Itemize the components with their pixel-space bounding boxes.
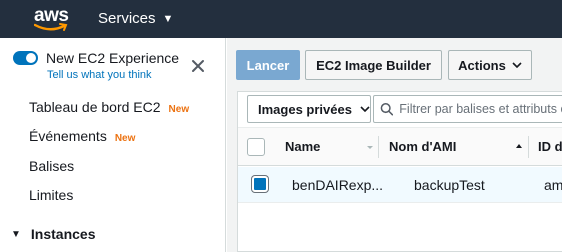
sidebar-item-label: Balises xyxy=(29,158,75,174)
launch-button[interactable]: Lancer xyxy=(236,50,300,80)
column-header-name[interactable]: Name xyxy=(285,139,320,154)
table-header: Name Nom d'AMI ID d xyxy=(238,128,562,166)
search-placeholder: Filtrer par balises et attributs ou r xyxy=(399,102,562,116)
chevron-down-icon xyxy=(360,106,370,112)
sort-icon[interactable] xyxy=(366,145,374,150)
cell-name: benDAIRexp... xyxy=(292,177,384,193)
sort-ascending-icon[interactable] xyxy=(515,143,523,149)
actions-label: Actions xyxy=(458,57,506,73)
sidebar-item-tags[interactable]: Balises xyxy=(29,158,74,174)
sidebar-item-dashboard[interactable]: Tableau de bord EC2 New xyxy=(29,99,189,115)
column-divider xyxy=(528,136,529,158)
actions-button[interactable]: Actions xyxy=(448,50,532,80)
new-badge: New xyxy=(168,104,190,115)
column-divider xyxy=(378,136,379,158)
new-badge: New xyxy=(114,133,136,144)
sidebar-item-events[interactable]: Événements New xyxy=(29,128,135,144)
column-header-id[interactable]: ID d xyxy=(538,139,562,154)
sidebar-item-label: Tableau de bord EC2 xyxy=(29,99,161,115)
chevron-down-icon xyxy=(512,62,522,68)
triangle-down-icon: ▼ xyxy=(11,228,21,240)
new-experience-label: New EC2 Experience xyxy=(46,50,180,66)
select-all-checkbox[interactable] xyxy=(247,138,265,156)
close-icon[interactable] xyxy=(189,57,207,75)
search-icon xyxy=(380,103,394,116)
column-header-ami-name[interactable]: Nom d'AMI xyxy=(389,139,456,154)
sidebar-item-limits[interactable]: Limites xyxy=(29,187,73,203)
services-label: Services xyxy=(98,10,156,27)
sidebar-item-label: Limites xyxy=(29,187,74,203)
row-checkbox[interactable] xyxy=(252,176,268,192)
image-scope-select[interactable]: Images privées xyxy=(247,95,371,123)
services-menu[interactable]: Services ▼ xyxy=(98,10,173,27)
feedback-link[interactable]: Tell us what you think xyxy=(47,69,152,81)
section-label: Instances xyxy=(30,226,96,242)
filter-row: Images privées Filtrer par balises et at… xyxy=(238,92,562,128)
top-navigation-bar: aws Services ▼ xyxy=(0,0,562,38)
ami-table-panel: Images privées Filtrer par balises et at… xyxy=(237,91,562,252)
table-row[interactable]: benDAIRexp... backupTest am xyxy=(238,167,562,203)
scope-label: Images privées xyxy=(258,101,352,117)
sidebar-item-label: Événements xyxy=(29,128,107,144)
main-content: Lancer EC2 Image Builder Actions Images … xyxy=(227,38,562,252)
new-experience-toggle[interactable] xyxy=(13,51,38,65)
cell-id: am xyxy=(544,177,562,193)
image-builder-button[interactable]: EC2 Image Builder xyxy=(305,50,442,80)
caret-down-icon: ▼ xyxy=(162,12,174,25)
smile-arrow-icon xyxy=(34,23,68,31)
filter-search-input[interactable]: Filtrer par balises et attributs ou r xyxy=(373,95,562,123)
aws-logo[interactable]: aws xyxy=(34,5,74,33)
toggle-knob xyxy=(26,53,36,63)
cell-ami-name: backupTest xyxy=(414,177,485,193)
sidebar-section-instances[interactable]: ▼ Instances xyxy=(11,226,96,242)
sidebar: New EC2 Experience Tell us what you thin… xyxy=(0,38,226,252)
